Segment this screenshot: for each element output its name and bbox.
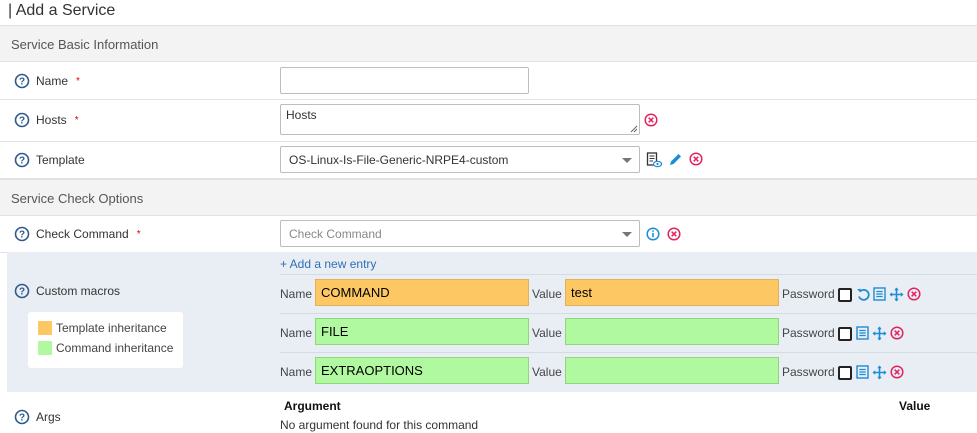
- undo-icon[interactable]: [856, 287, 870, 301]
- hosts-label-text: Hosts: [36, 113, 67, 127]
- inheritance-legend: Template inheritance Command inheritance: [28, 312, 183, 368]
- move-icon[interactable]: [872, 365, 887, 380]
- macro-name-input[interactable]: COMMAND: [315, 279, 529, 306]
- legend-template-text: Template inheritance: [56, 321, 167, 335]
- close-circle-icon[interactable]: [890, 365, 904, 379]
- label-check-command: ? Check Command *: [14, 226, 141, 242]
- close-circle-icon[interactable]: [907, 287, 921, 301]
- macro-row: Name COMMAND Value test Password: [280, 274, 977, 313]
- close-circle-icon[interactable]: [667, 227, 681, 241]
- macro-value-input[interactable]: [565, 357, 779, 384]
- check-command-select[interactable]: Check Command: [280, 220, 640, 247]
- macro-value-label: Value: [532, 326, 562, 340]
- label-custom-macros: ? Custom macros: [14, 283, 120, 299]
- password-checkbox[interactable]: [838, 288, 852, 302]
- list-icon[interactable]: [873, 287, 886, 301]
- command-swatch: [38, 341, 52, 355]
- row-check-command: ? Check Command * Check Command: [0, 216, 977, 253]
- resize-handle-icon[interactable]: [630, 125, 638, 133]
- check-command-label-text: Check Command: [36, 227, 129, 241]
- args-label-text: Args: [36, 410, 61, 424]
- macro-value-input[interactable]: [565, 318, 779, 345]
- macro-password-label: Password: [782, 287, 835, 301]
- label-hosts: ? Hosts *: [14, 112, 79, 128]
- close-circle-icon[interactable]: [689, 152, 703, 166]
- legend-command-text: Command inheritance: [56, 341, 174, 355]
- macro-value-label: Value: [532, 365, 562, 379]
- macro-password-label: Password: [782, 326, 835, 340]
- page-title: | Add a Service: [8, 2, 116, 19]
- close-circle-icon[interactable]: [890, 326, 904, 340]
- question-circle-icon[interactable]: ?: [14, 152, 30, 168]
- row-hosts: ? Hosts * Hosts: [0, 100, 977, 142]
- custom-macros-label-text: Custom macros: [36, 284, 121, 298]
- check-command-placeholder: Check Command: [289, 227, 382, 241]
- macro-row: Name FILE Value Password: [280, 313, 977, 352]
- required-marker: *: [74, 114, 79, 126]
- move-icon[interactable]: [889, 287, 904, 302]
- template-label-text: Template: [36, 153, 85, 167]
- svg-text:?: ?: [19, 413, 25, 424]
- close-circle-icon[interactable]: [644, 113, 658, 127]
- list-icon[interactable]: [856, 365, 869, 379]
- svg-text:?: ?: [19, 77, 25, 88]
- row-template: ? Template OS-Linux-Is-File-Generic-NRPE…: [0, 142, 977, 179]
- chevron-down-icon: [622, 158, 632, 163]
- question-circle-icon[interactable]: ?: [14, 73, 30, 89]
- template-select[interactable]: OS-Linux-Is-File-Generic-NRPE4-custom: [280, 146, 640, 173]
- macro-password-label: Password: [782, 365, 835, 379]
- legend-template: Template inheritance: [38, 321, 167, 335]
- macro-name-input[interactable]: FILE: [315, 318, 529, 345]
- question-circle-icon[interactable]: ?: [14, 409, 30, 425]
- add-new-entry-link[interactable]: + Add a new entry: [280, 257, 376, 271]
- list-icon[interactable]: [856, 326, 869, 340]
- svg-text:?: ?: [19, 287, 25, 298]
- hosts-value: Hosts: [286, 108, 317, 122]
- required-marker: *: [136, 228, 141, 240]
- macro-name-input[interactable]: EXTRAOPTIONS: [315, 357, 529, 384]
- svg-text:?: ?: [19, 230, 25, 241]
- svg-text:?: ?: [19, 156, 25, 167]
- question-circle-icon[interactable]: ?: [14, 226, 30, 242]
- legend-command: Command inheritance: [38, 341, 173, 355]
- name-label-text: Name: [36, 74, 69, 88]
- section-basic-info: Service Basic Information: [0, 25, 977, 62]
- section-check-options: Service Check Options: [0, 179, 977, 216]
- label-name: ? Name *: [14, 73, 80, 89]
- template-value: OS-Linux-Is-File-Generic-NRPE4-custom: [289, 153, 509, 167]
- macro-name-label: Name: [280, 365, 313, 379]
- password-checkbox[interactable]: [838, 366, 852, 380]
- macro-name-label: Name: [280, 326, 313, 340]
- row-name: ? Name *: [0, 62, 977, 100]
- svg-text:?: ?: [19, 116, 25, 127]
- password-checkbox[interactable]: [838, 327, 852, 341]
- move-icon[interactable]: [872, 326, 887, 341]
- template-swatch: [38, 321, 52, 335]
- chevron-down-icon: [622, 232, 632, 237]
- args-col-argument: Argument: [284, 399, 341, 413]
- info-circle-icon[interactable]: [646, 227, 660, 241]
- macro-value-input[interactable]: test: [565, 279, 779, 306]
- macro-name-label: Name: [280, 287, 313, 301]
- args-col-value: Value: [899, 399, 931, 413]
- macro-row: Name EXTRAOPTIONS Value Password: [280, 352, 977, 391]
- question-circle-icon[interactable]: ?: [14, 112, 30, 128]
- required-marker: *: [76, 75, 80, 87]
- name-input[interactable]: [280, 67, 529, 94]
- args-empty-message: No argument found for this command: [280, 418, 479, 432]
- pencil-icon[interactable]: [668, 152, 683, 167]
- label-template: ? Template: [14, 152, 85, 168]
- document-eye-icon[interactable]: [646, 152, 662, 168]
- label-args: ? Args: [14, 409, 61, 425]
- section-basic-title: Service Basic Information: [11, 37, 159, 52]
- macro-value-label: Value: [532, 287, 562, 301]
- question-circle-icon[interactable]: ?: [14, 283, 30, 299]
- section-check-title: Service Check Options: [11, 191, 144, 206]
- hosts-textarea[interactable]: Hosts: [280, 104, 640, 135]
